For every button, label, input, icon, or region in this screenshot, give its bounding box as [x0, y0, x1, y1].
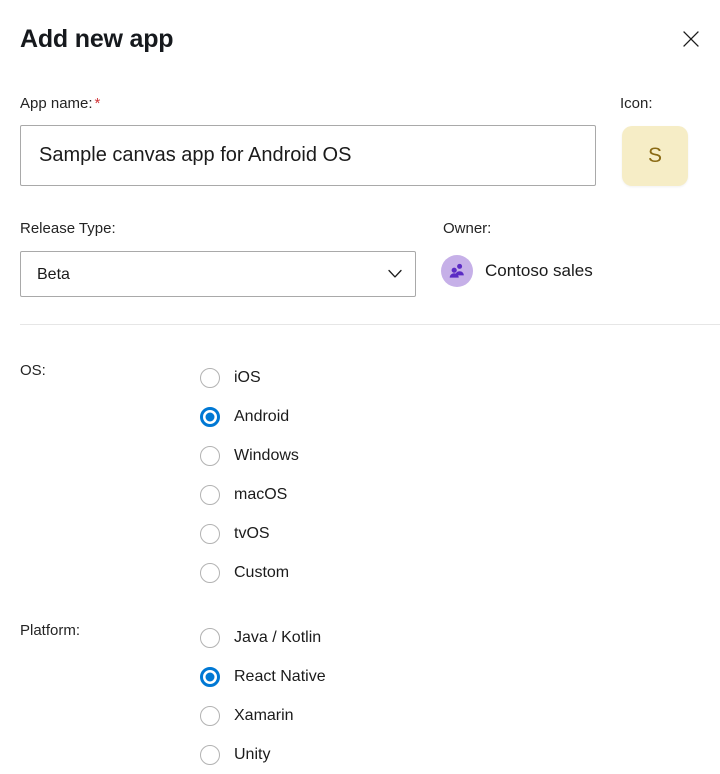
platform-radio-label: React Native	[234, 667, 326, 685]
radio-icon	[200, 406, 220, 427]
platform-radio-java-kotlin[interactable]: Java / Kotlin	[200, 618, 326, 657]
os-radio-macos[interactable]: macOS	[200, 475, 299, 514]
owner-label: Owner:	[443, 219, 491, 239]
owner-label-text: Owner:	[443, 220, 492, 237]
os-radio-ios[interactable]: iOS	[200, 358, 299, 397]
radio-icon	[200, 627, 220, 648]
app-icon-letter: S	[647, 144, 662, 167]
section-divider	[20, 324, 720, 325]
page-title: Add new app	[20, 25, 174, 53]
avatar	[441, 255, 473, 287]
os-radio-windows[interactable]: Windows	[200, 436, 299, 475]
release-type-select-wrap: Beta	[20, 251, 416, 297]
close-button[interactable]	[674, 22, 708, 56]
owner-chip[interactable]: Contoso sales	[441, 255, 593, 287]
radio-icon	[200, 484, 220, 505]
required-asterisk: *	[94, 95, 101, 112]
os-radio-label: iOS	[234, 368, 261, 386]
dialog-header: Add new app	[0, 0, 720, 78]
platform-group-label: Platform:	[20, 622, 81, 639]
icon-label: Icon:	[620, 94, 653, 114]
people-group-icon	[449, 263, 464, 278]
platform-radio-label: Unity	[234, 745, 271, 763]
app-name-label-text: App name:	[20, 95, 93, 112]
os-radio-label: Custom	[234, 563, 290, 581]
platform-radio-react-native[interactable]: React Native	[200, 657, 326, 696]
os-radio-label: tvOS	[234, 524, 270, 542]
radio-icon	[200, 367, 220, 388]
radio-icon	[200, 523, 220, 544]
radio-icon	[200, 744, 220, 765]
radio-icon	[200, 562, 220, 583]
close-icon	[682, 30, 700, 48]
app-name-label: App name: *	[20, 94, 100, 114]
icon-label-text: Icon:	[620, 95, 653, 112]
os-radio-label: Windows	[234, 446, 299, 464]
os-radio-label: macOS	[234, 485, 288, 503]
os-radio-android[interactable]: Android	[200, 397, 299, 436]
os-radio-custom[interactable]: Custom	[200, 553, 299, 592]
platform-radio-unity[interactable]: Unity	[200, 735, 326, 774]
platform-radio-xamarin[interactable]: Xamarin	[200, 696, 326, 735]
release-type-label: Release Type:	[20, 219, 116, 239]
release-type-select[interactable]: Beta	[20, 251, 416, 297]
radio-icon	[200, 705, 220, 726]
release-type-label-text: Release Type:	[20, 220, 116, 237]
platform-radio-group: Java / Kotlin React Native Xamarin Unity	[200, 618, 326, 774]
os-radio-group: iOS Android Windows macOS tvOS Custom	[200, 358, 299, 592]
radio-icon	[200, 666, 220, 687]
owner-name: Contoso sales	[485, 261, 593, 280]
app-name-input[interactable]	[20, 125, 596, 186]
radio-icon	[200, 445, 220, 466]
os-radio-tvos[interactable]: tvOS	[200, 514, 299, 553]
os-group-label: OS:	[20, 362, 46, 379]
app-icon-tile[interactable]: S	[622, 126, 688, 186]
platform-radio-label: Java / Kotlin	[234, 628, 322, 646]
os-radio-label: Android	[234, 407, 290, 425]
platform-radio-label: Xamarin	[234, 706, 294, 724]
